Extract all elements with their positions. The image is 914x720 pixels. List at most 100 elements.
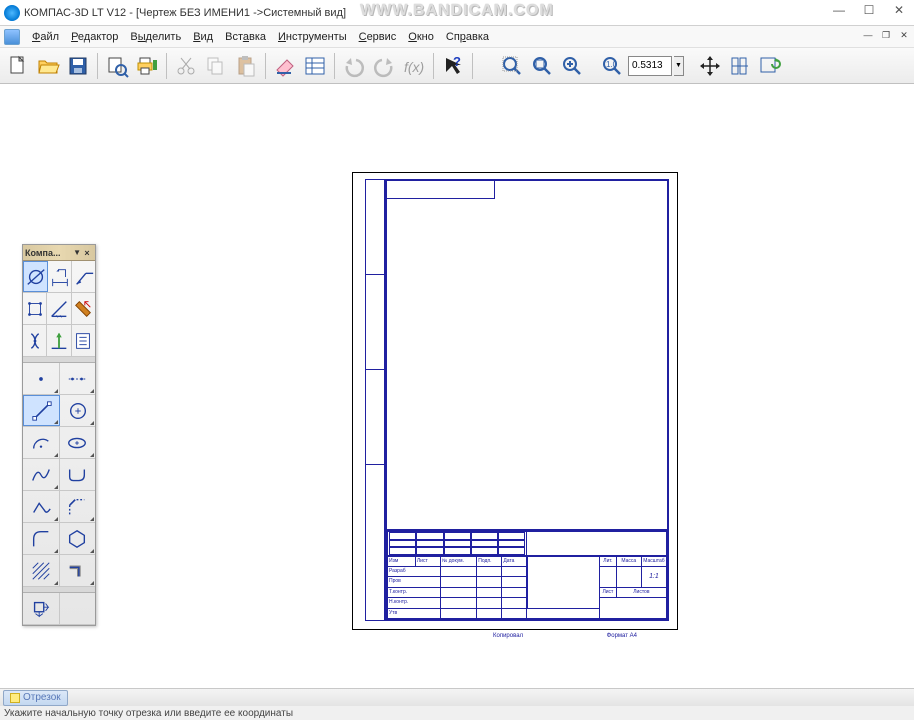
open-button[interactable] [34, 52, 62, 80]
svg-text:?: ? [453, 54, 461, 69]
zoom-scale-button[interactable]: 1.0 [598, 52, 626, 80]
active-command-label: Отрезок [23, 692, 61, 703]
svg-text:f(x): f(x) [404, 59, 424, 75]
zoom-fit-button[interactable] [498, 52, 526, 80]
undo-button[interactable] [340, 52, 368, 80]
zoom-window-button[interactable] [528, 52, 556, 80]
tool-select[interactable] [23, 325, 47, 356]
doc-menu-icon[interactable] [4, 29, 20, 45]
tool-point[interactable] [23, 363, 60, 394]
redo-button[interactable] [370, 52, 398, 80]
tool-chamfer[interactable] [60, 491, 96, 522]
app-icon [4, 5, 20, 21]
menu-insert[interactable]: Вставка [219, 29, 272, 45]
mdi-restore-button[interactable]: ❐ [878, 28, 894, 42]
paste-button[interactable] [232, 52, 260, 80]
tool-circle[interactable] [60, 395, 95, 426]
tool-panel-titlebar[interactable]: Компа... ▼ × [23, 245, 95, 261]
maximize-button[interactable]: ☐ [854, 0, 884, 20]
tool-panel: Компа... ▼ × [22, 244, 96, 626]
context-help-button[interactable]: ? [439, 52, 467, 80]
status-message: Укажите начальную точку отрезка или введ… [4, 708, 293, 719]
mdi-minimize-button[interactable]: — [860, 28, 876, 42]
tool-measure[interactable] [72, 293, 95, 324]
cut-button[interactable] [172, 52, 200, 80]
menu-select[interactable]: Выделить [124, 29, 187, 45]
close-button[interactable]: ✕ [884, 0, 914, 20]
tb-lit: Лит. [600, 556, 617, 566]
rebuild-button[interactable] [726, 52, 754, 80]
variables-button[interactable]: f(x) [400, 52, 428, 80]
menu-help[interactable]: Справка [440, 29, 495, 45]
tb-scale: Масштаб [641, 556, 666, 566]
tb-tcontr: Т.контр. [388, 587, 441, 597]
tool-ellipse[interactable] [60, 427, 96, 458]
tool-panel-title: Компа... [25, 248, 60, 258]
binding-margin [365, 179, 385, 621]
properties-button[interactable] [301, 52, 329, 80]
tb-appr: Утв [388, 608, 441, 618]
tool-arc[interactable] [23, 427, 60, 458]
tool-report[interactable] [72, 325, 95, 356]
menubar: Файл Редактор Выделить Вид Вставка Инстр… [0, 26, 914, 48]
tool-panel-close-icon[interactable]: × [81, 248, 93, 258]
print-preview-button[interactable] [103, 52, 131, 80]
active-command-tab[interactable]: Отрезок [3, 690, 68, 706]
watermark: WWW.BANDICAM.COM [360, 2, 554, 20]
footer-copied: Копировал [493, 633, 523, 639]
tool-contour[interactable] [23, 593, 60, 624]
eraser-button[interactable] [271, 52, 299, 80]
tb-sheets: Листов [616, 587, 666, 597]
tool-fillet[interactable] [23, 523, 60, 554]
print-button[interactable] [133, 52, 161, 80]
tool-spline[interactable] [23, 459, 60, 490]
tool-annotations[interactable] [72, 261, 95, 292]
zoom-in-button[interactable] [558, 52, 586, 80]
zoom-dropdown[interactable]: ▼ [674, 56, 684, 76]
menu-window[interactable]: Окно [402, 29, 440, 45]
tb-date: Дата [502, 556, 527, 566]
tool-edit[interactable] [23, 293, 47, 324]
tool-spec[interactable] [47, 325, 71, 356]
menu-tools[interactable]: Инструменты [272, 29, 353, 45]
mdi-close-button[interactable]: ✕ [896, 28, 912, 42]
menu-edit[interactable]: Редактор [65, 29, 124, 45]
drawing-frame: Изм Лист № докум. Подп. Дата Лит. Масса … [385, 179, 669, 621]
tb-mass: Масса [616, 556, 641, 566]
save-button[interactable] [64, 52, 92, 80]
zoom-input[interactable] [628, 56, 672, 76]
copy-button[interactable] [202, 52, 230, 80]
svg-text:1.0: 1.0 [606, 60, 618, 69]
tool-line-segment[interactable] [23, 395, 60, 426]
tool-dimensions[interactable] [48, 261, 72, 292]
menu-view[interactable]: Вид [187, 29, 219, 45]
tool-parametric[interactable] [47, 293, 71, 324]
drawing-sheet[interactable]: Изм Лист № докум. Подп. Дата Лит. Масса … [352, 172, 678, 630]
tool-broken-line[interactable] [60, 459, 96, 490]
tool-aux-line[interactable] [60, 363, 96, 394]
pan-button[interactable] [696, 52, 724, 80]
title-block[interactable]: Изм Лист № докум. Подп. Дата Лит. Масса … [387, 529, 667, 619]
tool-polyline[interactable] [23, 491, 60, 522]
footer-format: Формат A4 [607, 633, 637, 639]
tb-izm: Изм [388, 556, 416, 566]
new-button[interactable] [4, 52, 32, 80]
tb-dev: Разраб [388, 566, 441, 576]
refresh-button[interactable] [756, 52, 784, 80]
menu-file[interactable]: Файл [26, 29, 65, 45]
tb-sheet: Лист [600, 587, 617, 597]
tb-ncontr: Н.контр. [388, 598, 441, 608]
sheet-footer: Копировал Формат A4 [353, 633, 677, 639]
command-bar: Отрезок [0, 688, 914, 706]
tb-list: Лист [415, 556, 440, 566]
tool-equidistant[interactable] [60, 555, 96, 586]
minimize-button[interactable]: — [824, 0, 854, 20]
tb-check: Пров [388, 577, 441, 587]
tb-sign: Подп. [477, 556, 502, 566]
tool-geometry[interactable] [23, 261, 48, 292]
menu-service[interactable]: Сервис [353, 29, 403, 45]
tool-hatch[interactable] [23, 555, 60, 586]
tool-panel-dropdown-icon[interactable]: ▼ [73, 248, 81, 257]
status-bar: Укажите начальную точку отрезка или введ… [0, 706, 914, 720]
tool-polygon[interactable] [60, 523, 96, 554]
